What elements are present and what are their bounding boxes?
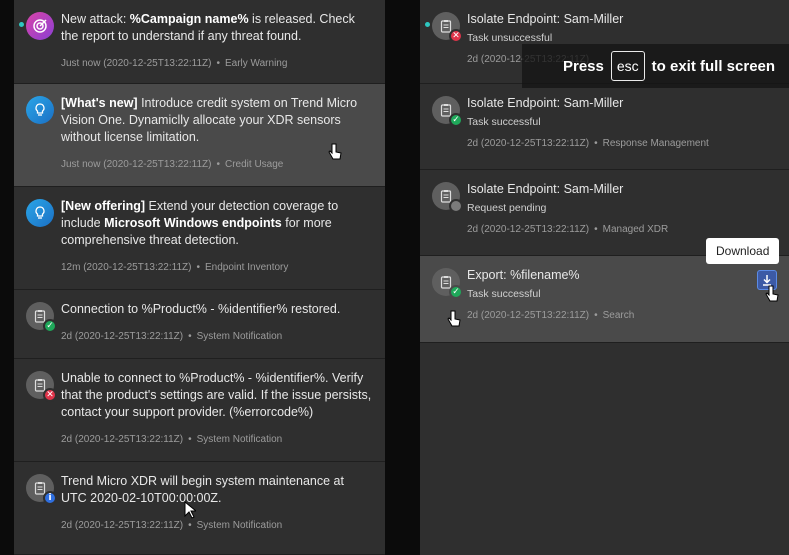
clipboard-icon: ✓ (26, 302, 57, 333)
notification-subtitle: Task unsuccessful (467, 32, 553, 44)
notification-title: [New offering] Extend your detection cov… (61, 199, 339, 247)
banner-rest-text: to exit full screen (651, 57, 776, 75)
clipboard-icon: i (26, 474, 57, 505)
notification-meta: Just now (2020-12-25T13:22:11Z) • Credit U… (61, 159, 284, 170)
notification-item[interactable]: i Trend Micro XDR will begin system main… (14, 462, 385, 555)
notification-meta: 2d (2020-12-25T13:22:11Z) • Response Manag… (467, 138, 709, 149)
clipboard-icon: ✓ (432, 268, 463, 299)
hand-cursor-icon (447, 310, 461, 327)
notification-subtitle: Task successful (467, 288, 541, 300)
error-status-icon: ✕ (43, 388, 57, 402)
notification-title: New attack: %Campaign name% is released.… (61, 12, 355, 43)
notification-subtitle: Request pending (467, 202, 547, 214)
notification-title: Connection to %Product% - %identifier% r… (61, 302, 341, 316)
notification-item[interactable]: [What's new] Introduce credit system on … (14, 84, 385, 187)
notification-title: Trend Micro XDR will begin system mainte… (61, 474, 344, 505)
notification-title: Export: %filename% (467, 268, 580, 282)
hand-cursor-icon (328, 143, 342, 160)
notification-meta: 2d (2020-12-25T13:22:11Z) • System Notific… (61, 434, 283, 445)
unread-dot (425, 22, 430, 27)
banner-press-text: Press (563, 57, 604, 75)
notification-panel-left: New attack: %Campaign name% is released.… (14, 0, 385, 555)
notification-meta: 2d (2020-12-25T13:22:11Z) • System Notific… (61, 520, 283, 531)
success-status-icon: ✓ (449, 113, 463, 127)
fullscreen-exit-banner: Press esc to exit full screen (522, 44, 789, 88)
notification-meta: 12m (2020-12-25T13:22:11Z) • Endpoint Inve… (61, 262, 289, 273)
success-status-icon: ✓ (449, 285, 463, 299)
unread-dot (19, 22, 24, 27)
notification-item[interactable]: ✓ Export: %filename% Task successful 2d … (420, 256, 789, 343)
notification-item[interactable]: ✓ Isolate Endpoint: Sam-Miller Task succ… (420, 84, 789, 170)
clipboard-icon (432, 182, 463, 213)
notification-title: Unable to connect to %Product% - %identi… (61, 371, 372, 419)
success-status-icon: ✓ (43, 319, 57, 333)
esc-key: esc (610, 51, 645, 81)
pending-status-icon (449, 199, 463, 213)
arrow-cursor-icon (184, 501, 196, 519)
notification-meta: 2d (2020-12-25T13:22:11Z) • Search (467, 310, 635, 321)
error-status-icon: ✕ (449, 29, 463, 43)
notification-item[interactable]: New attack: %Campaign name% is released.… (14, 0, 385, 84)
notification-item[interactable]: ✓ Connection to %Product% - %identifier%… (14, 290, 385, 359)
clipboard-icon: ✓ (432, 96, 463, 127)
notification-title: Isolate Endpoint: Sam-Miller (467, 182, 624, 196)
notification-subtitle: Task successful (467, 116, 541, 128)
lightbulb-icon (26, 96, 54, 124)
notification-meta: 2d (2020-12-25T13:22:11Z) • Managed XDR (467, 224, 669, 235)
lightbulb-icon (26, 199, 54, 227)
notification-title: [What's new] Introduce credit system on … (61, 96, 358, 144)
target-icon (26, 12, 54, 40)
info-status-icon: i (43, 491, 57, 505)
notification-title: Isolate Endpoint: Sam-Miller (467, 96, 624, 110)
clipboard-icon: ✕ (432, 12, 463, 43)
notification-meta: 2d (2020-12-25T13:22:11Z) • System Notific… (61, 331, 283, 342)
notification-title: Isolate Endpoint: Sam-Miller (467, 12, 624, 26)
clipboard-icon: ✕ (26, 371, 57, 402)
hand-cursor-icon (765, 285, 779, 302)
notification-item[interactable]: [New offering] Extend your detection cov… (14, 187, 385, 290)
notification-item[interactable]: ✕ Unable to connect to %Product% - %iden… (14, 359, 385, 462)
notification-meta: Just now (2020-12-25T13:22:11Z) • Early Wa… (61, 58, 288, 69)
download-tooltip: Download (706, 238, 780, 264)
